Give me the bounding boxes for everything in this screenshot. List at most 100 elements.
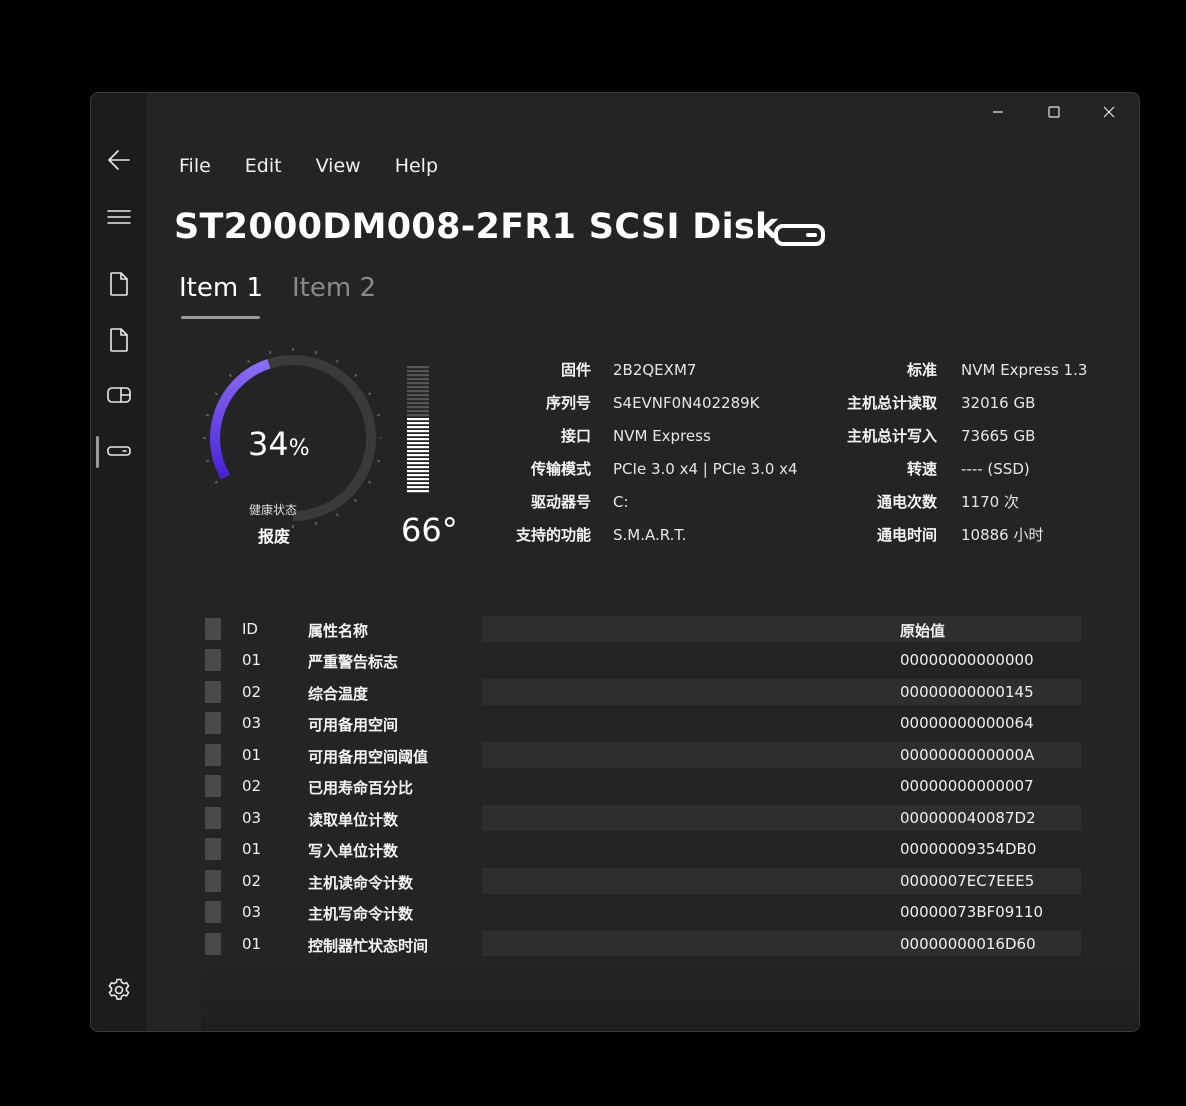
minimize-button[interactable] (974, 95, 1022, 129)
row-checkbox[interactable] (205, 744, 221, 766)
row-name: 综合温度 (308, 685, 369, 703)
close-button[interactable] (1085, 95, 1133, 129)
info-row-standard: 标准 NVM Express 1.3 (836, 357, 1101, 390)
table-row[interactable]: 03 主机写命令计数 00000073BF09110 (203, 899, 1081, 925)
temperature-meter (407, 366, 429, 493)
row-name: 主机写命令计数 (308, 905, 414, 923)
table-row[interactable]: 02 综合温度 00000000000145 (203, 679, 1081, 705)
close-icon (1103, 106, 1115, 118)
temperature-stripe (407, 406, 429, 409)
row-id: 01 (242, 935, 262, 953)
info-label: 通电次数 (876, 493, 937, 511)
temperature-stripe (407, 450, 429, 453)
temperature-stripe (407, 398, 429, 401)
row-checkbox[interactable] (205, 838, 221, 860)
row-checkbox[interactable] (205, 807, 221, 829)
temperature-stripe (407, 442, 429, 445)
info-label: 通电时间 (876, 526, 937, 544)
table-row[interactable]: 01 控制器忙状态时间 00000000016D60 (203, 931, 1081, 957)
temperature-stripe (407, 438, 429, 441)
temperature-stripe (407, 366, 429, 369)
info-label: 标准 (906, 361, 937, 379)
table-row[interactable]: 02 主机读命令计数 0000007EC7EEE5 (203, 868, 1081, 894)
header-name: 属性名称 (308, 622, 369, 640)
nav-item-disk[interactable] (99, 431, 139, 471)
page-title: ST2000DM008-2FR1 SCSI Disk (174, 207, 779, 247)
table-row[interactable]: 03 可用备用空间 00000000000064 (203, 710, 1081, 736)
info-value: 32016 GB (961, 394, 1036, 412)
row-checkbox[interactable] (205, 870, 221, 892)
table-row[interactable]: 02 已用寿命百分比 00000000000007 (203, 773, 1081, 799)
info-row-host-writes: 主机总计写入 73665 GB (836, 423, 1101, 456)
info-value: NVM Express 1.3 (961, 361, 1088, 379)
gauge-tick (247, 359, 251, 364)
select-all-checkbox[interactable] (205, 618, 221, 640)
maximize-icon (1048, 106, 1060, 118)
row-name: 主机读命令计数 (308, 874, 414, 892)
row-id: 02 (242, 777, 262, 795)
back-button[interactable] (99, 140, 139, 180)
row-raw: 00000000000145 (900, 683, 1034, 701)
row-id: 02 (242, 872, 262, 890)
gauge-tick (335, 359, 339, 364)
back-arrow-icon (108, 150, 130, 170)
row-stripe (482, 616, 1081, 642)
table-row[interactable]: 03 读取单位计数 000000040087D2 (203, 805, 1081, 831)
row-checkbox[interactable] (205, 901, 221, 923)
table-row[interactable]: 01 严重警告标志 00000000000000 (203, 647, 1081, 673)
temperature-stripe (407, 462, 429, 465)
gauge-tick (314, 350, 318, 355)
info-value: 1170 次 (961, 493, 1019, 511)
row-raw: 0000000000000A (900, 746, 1035, 764)
row-raw: 00000000000000 (900, 651, 1034, 669)
document-icon (110, 328, 128, 352)
row-raw: 000000040087D2 (900, 809, 1036, 827)
settings-button[interactable] (99, 970, 139, 1010)
info-label: 支持的功能 (515, 526, 591, 544)
minimize-icon (993, 111, 1003, 113)
info-value: 73665 GB (961, 427, 1036, 445)
health-status: 报废 (258, 527, 291, 546)
info-row-firmware: 固件 2B2QEXM7 (498, 357, 813, 390)
menu-edit[interactable]: Edit (245, 155, 282, 177)
row-id: 03 (242, 903, 262, 921)
health-label: 健康状态 (249, 503, 298, 517)
row-checkbox[interactable] (205, 933, 221, 955)
tab-item-1[interactable]: Item 1 (179, 273, 263, 303)
row-checkbox[interactable] (205, 681, 221, 703)
gauge-tick (353, 498, 358, 503)
row-raw: 0000007EC7EEE5 (900, 872, 1035, 890)
maximize-button[interactable] (1030, 95, 1078, 129)
info-row-host-reads: 主机总计读取 32016 GB (836, 390, 1101, 423)
gauge-tick (367, 392, 372, 396)
temperature-stripe (407, 478, 429, 481)
info-row-power-count: 通电次数 1170 次 (836, 489, 1101, 522)
nav-item-document-1[interactable] (99, 264, 139, 304)
row-raw: 00000000016D60 (900, 935, 1036, 953)
row-checkbox[interactable] (205, 712, 221, 734)
gear-icon (108, 978, 130, 1000)
gauge-tick (205, 459, 210, 463)
table-row[interactable]: 01 写入单位计数 00000009354DB0 (203, 836, 1081, 862)
temperature-stripe (407, 390, 429, 393)
row-id: 03 (242, 714, 262, 732)
info-label: 传输模式 (530, 460, 591, 478)
row-checkbox[interactable] (205, 775, 221, 797)
temperature-stripe (407, 474, 429, 477)
menu-view[interactable]: View (316, 155, 361, 177)
gauge-tick (335, 512, 339, 517)
menu-file[interactable]: File (179, 155, 211, 177)
nav-item-document-2[interactable] (99, 320, 139, 360)
tab-item-2[interactable]: Item 2 (292, 273, 376, 303)
row-name: 已用寿命百分比 (308, 779, 414, 797)
temperature-stripe (407, 422, 429, 425)
info-label: 接口 (560, 427, 591, 445)
info-value: 2B2QEXM7 (613, 361, 697, 379)
row-checkbox[interactable] (205, 649, 221, 671)
gauge-tick (376, 413, 381, 417)
menu-toggle-button[interactable] (99, 197, 139, 237)
table-row[interactable]: 01 可用备用空间阈值 0000000000000A (203, 742, 1081, 768)
menu-help[interactable]: Help (395, 155, 438, 177)
nav-item-drive[interactable] (99, 375, 139, 415)
temperature-stripe (407, 402, 429, 405)
